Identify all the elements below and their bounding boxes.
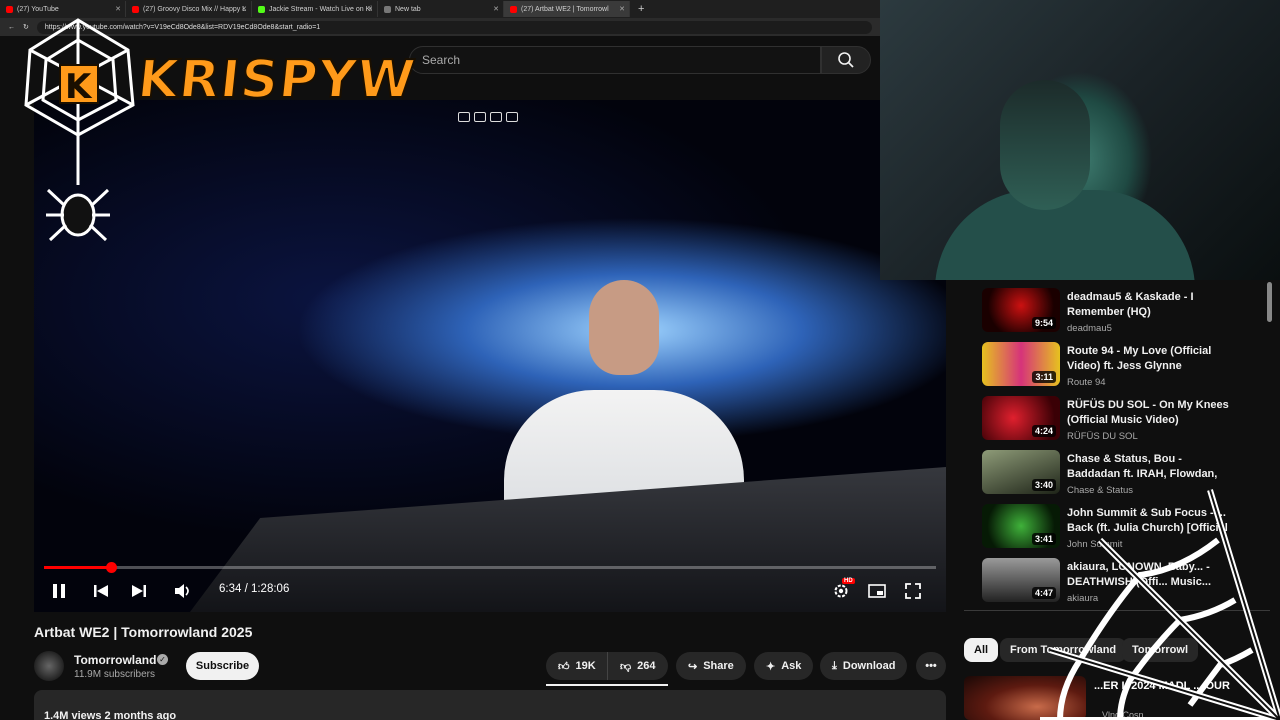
newtab-icon: [384, 5, 391, 13]
close-icon[interactable]: ✕: [493, 5, 499, 13]
new-tab-button[interactable]: +: [638, 3, 644, 15]
pause-icon: [53, 584, 65, 598]
search-icon: [838, 52, 854, 68]
previous-button[interactable]: [90, 578, 112, 604]
more-icon: •••: [925, 660, 937, 672]
sparkle-icon: ✦: [766, 660, 776, 673]
webcam-overlay: [880, 0, 1280, 280]
pause-button[interactable]: [48, 578, 70, 604]
recommendation-item[interactable]: 9:54 deadmau5 & Kaskade - I Remember (HQ…: [982, 284, 1272, 334]
subscriber-count: 11.9M subscribers: [74, 669, 155, 680]
time-display: 6:34 / 1:28:06: [219, 583, 290, 595]
next-icon: [132, 585, 146, 597]
share-button[interactable]: ↪ Share: [676, 652, 746, 680]
progress-bar[interactable]: [44, 562, 936, 573]
hd-badge: HD: [842, 578, 855, 584]
browser-tab-5[interactable]: (27) Artbat WE2 | Tomorrowl ✕: [504, 1, 630, 17]
spider-icon: [46, 188, 110, 242]
player-extension-icons[interactable]: [458, 112, 518, 122]
sidebar-scrollbar[interactable]: [1267, 282, 1272, 322]
like-button[interactable]: 👍︎ 19K: [546, 652, 607, 680]
recommendation-item[interactable]: 3:11 Route 94 - My Love (Official Video)…: [982, 338, 1272, 388]
svg-text:K: K: [65, 67, 93, 107]
fullscreen-icon: [905, 583, 921, 599]
ask-button[interactable]: ✦ Ask: [754, 652, 814, 680]
download-icon: ⤓: [832, 659, 837, 672]
next-button[interactable]: [128, 578, 150, 604]
progress-fill: [44, 566, 111, 569]
video-title: Artbat WE2 | Tomorrowland 2025: [34, 624, 253, 640]
previous-icon: [94, 585, 108, 597]
close-icon[interactable]: ✕: [367, 5, 373, 13]
recommendation-thumbnail[interactable]: 4:24: [982, 396, 1060, 440]
download-button[interactable]: ⤓ Download: [820, 652, 908, 680]
thumbs-up-icon: 👍︎: [558, 660, 570, 673]
browser-tab-4[interactable]: New tab ✕: [378, 1, 504, 17]
fullscreen-button[interactable]: [902, 578, 924, 604]
verified-icon: ✓: [157, 654, 168, 665]
more-actions-button[interactable]: •••: [916, 652, 946, 680]
thumbs-down-icon: 👎︎: [620, 660, 632, 673]
gear-icon: [834, 584, 848, 598]
spiderweb-logo-icon: K: [24, 18, 135, 242]
settings-button[interactable]: HD: [830, 578, 855, 604]
description-box[interactable]: 1.4M views 2 months ago: [34, 690, 946, 720]
channel-name[interactable]: Tomorrowland: [74, 653, 156, 667]
chip-all[interactable]: All: [964, 638, 999, 662]
recommendation-thumbnail[interactable]: 3:11: [982, 342, 1060, 386]
share-icon: ↪: [688, 660, 698, 673]
recommendation-item[interactable]: 4:24 RÜFÜS DU SOL - On My Knees (Officia…: [982, 392, 1272, 442]
dislike-button[interactable]: 👎︎ 264: [607, 652, 668, 680]
volume-icon: [175, 584, 189, 598]
spiderweb-overlay-icon: [1040, 489, 1280, 720]
like-ratio-underline: [546, 684, 668, 686]
channel-avatar[interactable]: [34, 651, 64, 681]
logo-text: KRISPYW: [134, 49, 420, 111]
search-input[interactable]: Search: [409, 46, 821, 74]
progress-scrubber[interactable]: [105, 562, 117, 573]
video-frame-dj-head: [589, 280, 659, 375]
recommendation-thumbnail[interactable]: 9:54: [982, 288, 1060, 332]
miniplayer-icon: [868, 584, 886, 598]
youtube-icon: [510, 5, 517, 13]
webcam-head: [1000, 80, 1090, 210]
close-icon[interactable]: ✕: [619, 5, 625, 13]
volume-button[interactable]: [172, 578, 194, 604]
search-button[interactable]: [821, 46, 871, 74]
miniplayer-button[interactable]: [866, 578, 888, 604]
streamer-logo-overlay: K KRISPYW: [8, 10, 419, 250]
subscribe-button[interactable]: Subscribe: [186, 652, 259, 680]
